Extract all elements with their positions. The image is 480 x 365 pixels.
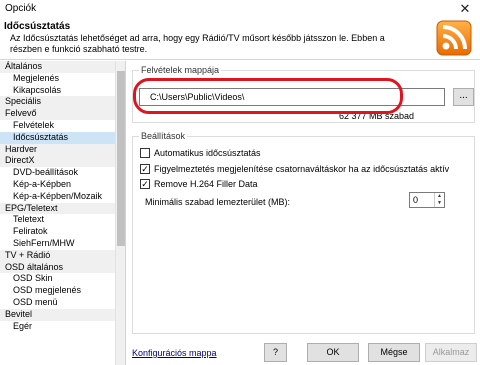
checkbox-box[interactable]: ✓ xyxy=(140,179,150,189)
tree-item[interactable]: Feliratok xyxy=(0,226,125,238)
tree-item[interactable]: Speciális xyxy=(0,96,125,109)
tree-item[interactable]: Felvevő xyxy=(0,108,125,120)
recordings-folder-title: Felvételek mappája xyxy=(139,65,222,75)
help-button[interactable]: ? xyxy=(264,343,287,362)
settings-panel: Felvételek mappája C:\Users\Public\Video… xyxy=(127,61,480,365)
tree-item[interactable]: Egér xyxy=(0,321,125,333)
tree-item[interactable]: Hardver xyxy=(0,143,125,156)
red-highlight-ellipse xyxy=(133,78,403,114)
tree-item[interactable]: OSD megjelenés xyxy=(0,285,125,297)
title-bar: Opciók ✕ xyxy=(0,0,480,18)
config-folder-link[interactable]: Konfigurációs mappa xyxy=(132,348,217,358)
section-description: Az Időcsúsztatás lehetőséget ad arra, ho… xyxy=(10,33,385,54)
rss-feed-icon xyxy=(436,20,472,56)
ok-button[interactable]: OK xyxy=(307,343,359,362)
close-icon[interactable]: ✕ xyxy=(450,0,480,18)
tree-item[interactable]: Teletext xyxy=(0,214,125,226)
tree-item[interactable]: Kép-a-Képben/Mozaik xyxy=(0,191,125,203)
tree-item[interactable]: TV + Rádió xyxy=(0,249,125,262)
checkbox-box[interactable]: ✓ xyxy=(140,164,150,174)
stepper-arrows-icon[interactable]: ▲ ▼ xyxy=(434,193,444,207)
browse-button[interactable]: ... xyxy=(453,88,474,106)
tree-item[interactable]: Általános xyxy=(0,61,125,73)
min-free-space-label: Minimális szabad lemezterület (MB): xyxy=(145,197,291,207)
tree-item[interactable]: EPG/Teletext xyxy=(0,202,125,215)
tree-item[interactable]: Időcsúsztatás xyxy=(0,131,125,144)
tree-item[interactable]: OSD menü xyxy=(0,297,125,309)
settings-group-title: Beállítások xyxy=(139,131,188,141)
section-title: Időcsúsztatás xyxy=(4,21,71,32)
min-free-space-stepper[interactable]: 0 ▲ ▼ xyxy=(409,192,445,208)
tree-item[interactable]: OSD általános xyxy=(0,261,125,274)
window-title: Opciók xyxy=(5,3,37,14)
settings-group: Beállítások Automatikus időcsúsztatás ✓ … xyxy=(132,131,475,334)
tree-item[interactable]: Felvételek xyxy=(0,120,125,132)
tree-item[interactable]: OSD Skin xyxy=(0,273,125,285)
options-tree[interactable]: Általános Megjelenés Kikapcsolás Speciális F… xyxy=(0,61,126,365)
checkbox-label: Remove H.264 Filler Data xyxy=(154,179,258,189)
tree-scrollbar-thumb[interactable] xyxy=(117,71,125,246)
section-header: Időcsúsztatás Az Időcsúsztatás lehetőség… xyxy=(0,18,480,60)
tree-item[interactable]: Kép-a-Képben xyxy=(0,179,125,191)
tree-item[interactable]: Megjelenés xyxy=(0,73,125,85)
tree-item[interactable]: DirectX xyxy=(0,155,125,168)
tree-item[interactable]: Bevitel xyxy=(0,308,125,321)
apply-button[interactable]: Alkalmaz xyxy=(425,343,477,362)
tree-item[interactable]: DVD-beállítások xyxy=(0,167,125,179)
tree-item[interactable]: SiehFern/MHW xyxy=(0,238,125,250)
min-free-space-value: 0 xyxy=(413,195,419,205)
checkbox-label: Figyelmeztetés megjelenítése csatornavál… xyxy=(154,164,450,174)
cancel-button[interactable]: Mégse xyxy=(368,343,420,362)
tree-item[interactable]: Kikapcsolás xyxy=(0,85,125,97)
checkbox-label: Automatikus időcsúsztatás xyxy=(154,148,261,158)
checkbox-box[interactable] xyxy=(140,148,150,158)
tree-scrollbar[interactable] xyxy=(115,61,125,365)
recordings-folder-group: Felvételek mappája C:\Users\Public\Video… xyxy=(132,65,475,123)
